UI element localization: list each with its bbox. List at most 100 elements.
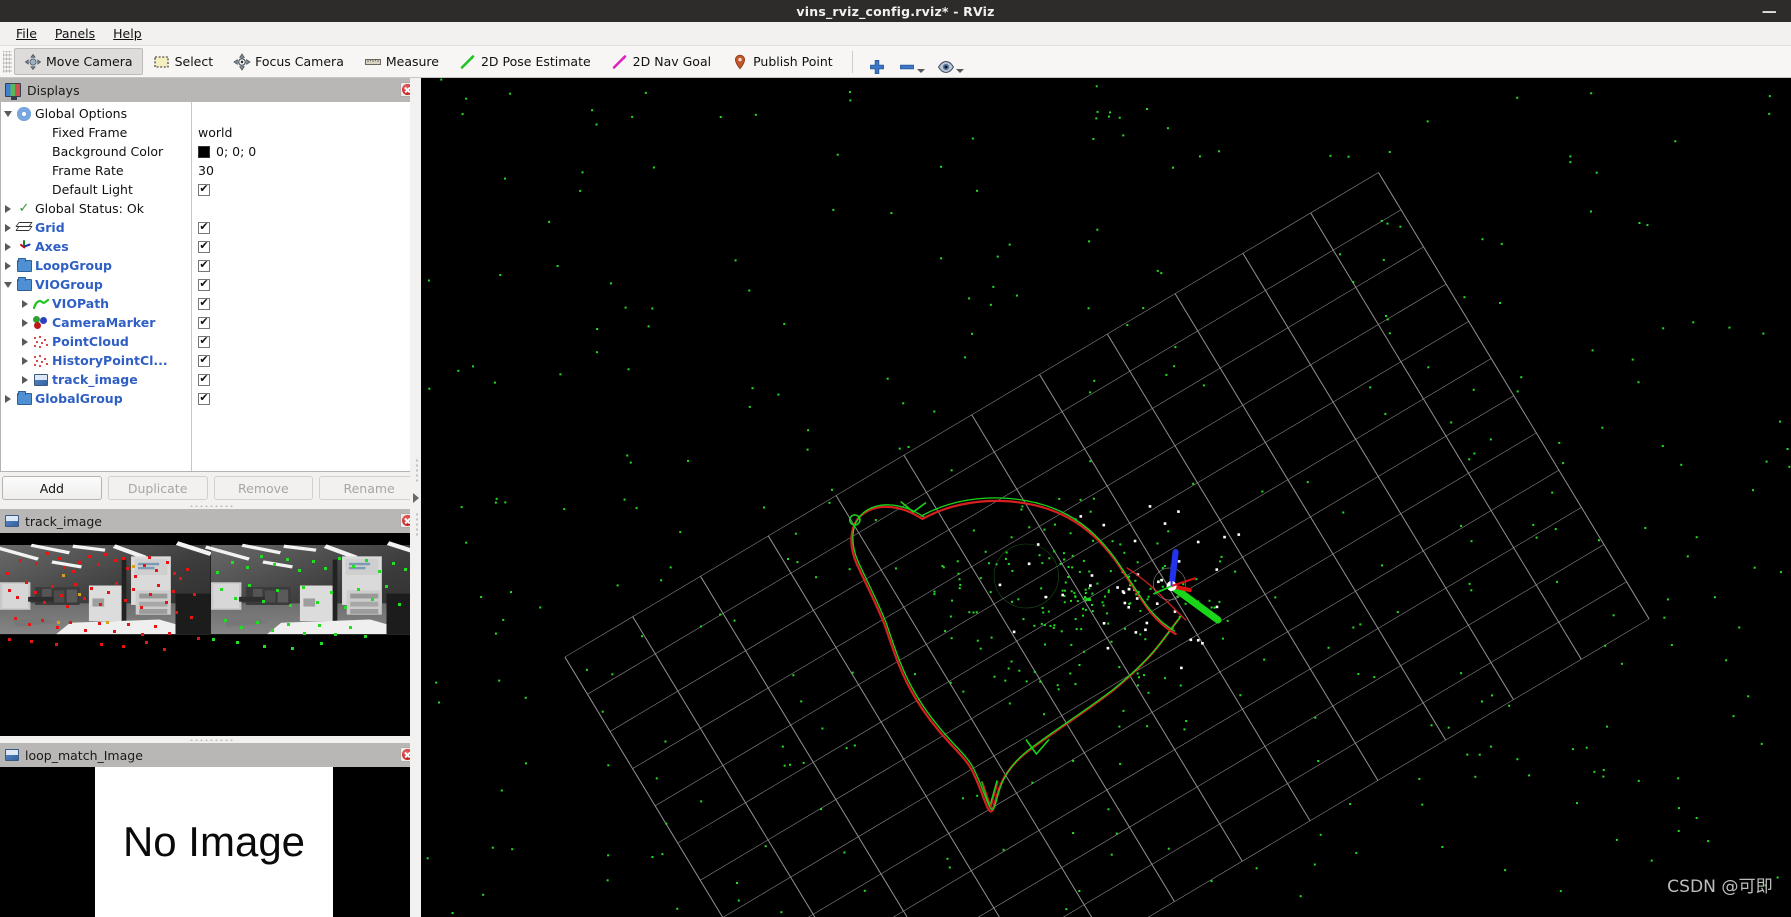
expand-arrow-icon[interactable] — [1, 224, 15, 232]
display-value-cell[interactable]: ✔ — [192, 370, 420, 389]
display-item-fixed-frame[interactable]: Fixed Frame — [1, 123, 191, 142]
display-value-cell[interactable]: ✔ — [192, 313, 420, 332]
tool-select[interactable]: Select — [143, 48, 224, 75]
image-icon — [5, 515, 19, 527]
tool-publish-point[interactable]: Publish Point — [721, 48, 843, 75]
tool-move-camera[interactable]: Move Camera — [14, 48, 143, 75]
displays-button-row: Add Duplicate Remove Rename — [0, 472, 421, 502]
expand-arrow-icon[interactable] — [18, 319, 32, 327]
dock-splitter-loop-match[interactable] — [0, 736, 421, 743]
pose-estimate-icon — [459, 53, 477, 71]
toolbar-drag-handle[interactable] — [3, 51, 12, 73]
display-value-cell[interactable]: ✔ — [192, 237, 420, 256]
display-item-viopath[interactable]: VIOPath — [1, 294, 191, 313]
menu-help[interactable]: Help — [104, 24, 151, 43]
loop-match-no-image-area: No Image — [95, 767, 333, 917]
display-enable-checkbox[interactable]: ✔ — [198, 260, 210, 272]
render-view-3d[interactable]: CSDN @可即 — [421, 78, 1791, 917]
display-item-viogroup[interactable]: VIOGroup — [1, 275, 191, 294]
remove-tool-button[interactable] — [892, 48, 931, 76]
expand-arrow-icon[interactable] — [1, 262, 15, 270]
menu-file-label: File — [16, 26, 37, 41]
expand-arrow-icon[interactable] — [18, 300, 32, 308]
tool-focus-camera[interactable]: Focus Camera — [223, 48, 354, 75]
tool-measure[interactable]: Measure — [354, 48, 449, 75]
display-value-cell[interactable]: ✔ — [192, 389, 420, 408]
display-value-cell[interactable]: 0; 0; 0 — [192, 142, 420, 161]
dock-splitter-track-image[interactable] — [0, 502, 421, 509]
display-enable-checkbox[interactable]: ✔ — [198, 336, 210, 348]
expand-arrow-icon[interactable] — [18, 338, 32, 346]
display-enable-checkbox[interactable]: ✔ — [198, 222, 210, 234]
displays-tree[interactable]: Global OptionsFixed FrameBackground Colo… — [0, 102, 421, 472]
display-enable-checkbox[interactable]: ✔ — [198, 355, 210, 367]
displays-panel-header: Displays — [0, 78, 421, 102]
visibility-button[interactable] — [931, 48, 970, 76]
track-image-view[interactable] — [0, 533, 421, 736]
display-item-cameramarker[interactable]: CameraMarker — [1, 313, 191, 332]
display-value-cell[interactable]: ✔ — [192, 332, 420, 351]
display-enable-checkbox[interactable]: ✔ — [198, 184, 210, 196]
display-value-cell[interactable]: ✔ — [192, 351, 420, 370]
visibility-icon — [937, 58, 955, 76]
window-title: vins_rviz_config.rviz* - RViz — [796, 4, 994, 19]
display-item-global-options[interactable]: Global Options — [1, 104, 191, 123]
display-enable-checkbox[interactable]: ✔ — [198, 393, 210, 405]
display-item-background-color[interactable]: Background Color — [1, 142, 191, 161]
expand-arrow-icon[interactable] — [1, 395, 15, 403]
remove-button[interactable]: Remove — [214, 476, 314, 500]
menu-panels[interactable]: Panels — [46, 24, 104, 43]
minimize-button[interactable]: — — [1762, 0, 1777, 22]
expand-arrow-icon[interactable] — [1, 243, 15, 251]
loop-match-image-view[interactable]: No Image — [0, 767, 421, 917]
status-ok-icon: ✓ — [19, 202, 30, 215]
remove-tool-icon — [898, 58, 916, 76]
display-item-label: Default Light — [52, 182, 133, 197]
collapse-arrow-icon[interactable] — [1, 111, 15, 117]
splitter-collapse-arrow-icon[interactable] — [413, 493, 419, 503]
chevron-down-icon[interactable] — [956, 69, 964, 73]
display-item-axes[interactable]: Axes — [1, 237, 191, 256]
display-item-globalgroup[interactable]: GlobalGroup — [1, 389, 191, 408]
expand-arrow-icon[interactable] — [18, 376, 32, 384]
display-value-cell[interactable]: world — [192, 123, 420, 142]
add-tool-button[interactable] — [862, 48, 892, 76]
display-item-historypointcl[interactable]: HistoryPointCl... — [1, 351, 191, 370]
display-item-loopgroup[interactable]: LoopGroup — [1, 256, 191, 275]
expand-arrow-icon[interactable] — [18, 357, 32, 365]
add-button[interactable]: Add — [2, 476, 102, 500]
display-item-track-image[interactable]: track_image — [1, 370, 191, 389]
expand-arrow-icon[interactable] — [1, 205, 15, 213]
image-icon — [34, 374, 48, 386]
display-enable-checkbox[interactable]: ✔ — [198, 279, 210, 291]
display-item-grid[interactable]: Grid — [1, 218, 191, 237]
rename-button[interactable]: Rename — [319, 476, 419, 500]
display-enable-checkbox[interactable]: ✔ — [198, 298, 210, 310]
tool-2d-nav-goal[interactable]: 2D Nav Goal — [601, 48, 721, 75]
tool-2d-pose-estimate-label: 2D Pose Estimate — [481, 54, 591, 69]
display-enable-checkbox[interactable]: ✔ — [198, 374, 210, 386]
display-value-cell[interactable]: ✔ — [192, 275, 420, 294]
menu-help-label: Help — [113, 26, 142, 41]
duplicate-button[interactable]: Duplicate — [108, 476, 208, 500]
display-value-cell[interactable]: 30 — [192, 161, 420, 180]
display-enable-checkbox[interactable]: ✔ — [198, 241, 210, 253]
chevron-down-icon[interactable] — [917, 69, 925, 73]
display-item-frame-rate[interactable]: Frame Rate — [1, 161, 191, 180]
menu-file[interactable]: File — [7, 24, 46, 43]
display-item-default-light[interactable]: Default Light — [1, 180, 191, 199]
display-value-cell[interactable]: ✔ — [192, 180, 420, 199]
collapse-arrow-icon[interactable] — [1, 282, 15, 288]
display-value-cell[interactable]: ✔ — [192, 294, 420, 313]
tool-2d-pose-estimate[interactable]: 2D Pose Estimate — [449, 48, 601, 75]
display-item-global-status-ok[interactable]: ✓Global Status: Ok — [1, 199, 191, 218]
axes-icon — [17, 240, 31, 254]
add-tool-icon — [868, 58, 886, 76]
display-value-cell — [192, 199, 420, 218]
display-item-pointcloud[interactable]: PointCloud — [1, 332, 191, 351]
display-enable-checkbox[interactable]: ✔ — [198, 317, 210, 329]
splitter-dots-top — [415, 458, 418, 484]
display-item-label: LoopGroup — [35, 258, 112, 273]
display-value-cell[interactable]: ✔ — [192, 256, 420, 275]
display-value-cell[interactable]: ✔ — [192, 218, 420, 237]
